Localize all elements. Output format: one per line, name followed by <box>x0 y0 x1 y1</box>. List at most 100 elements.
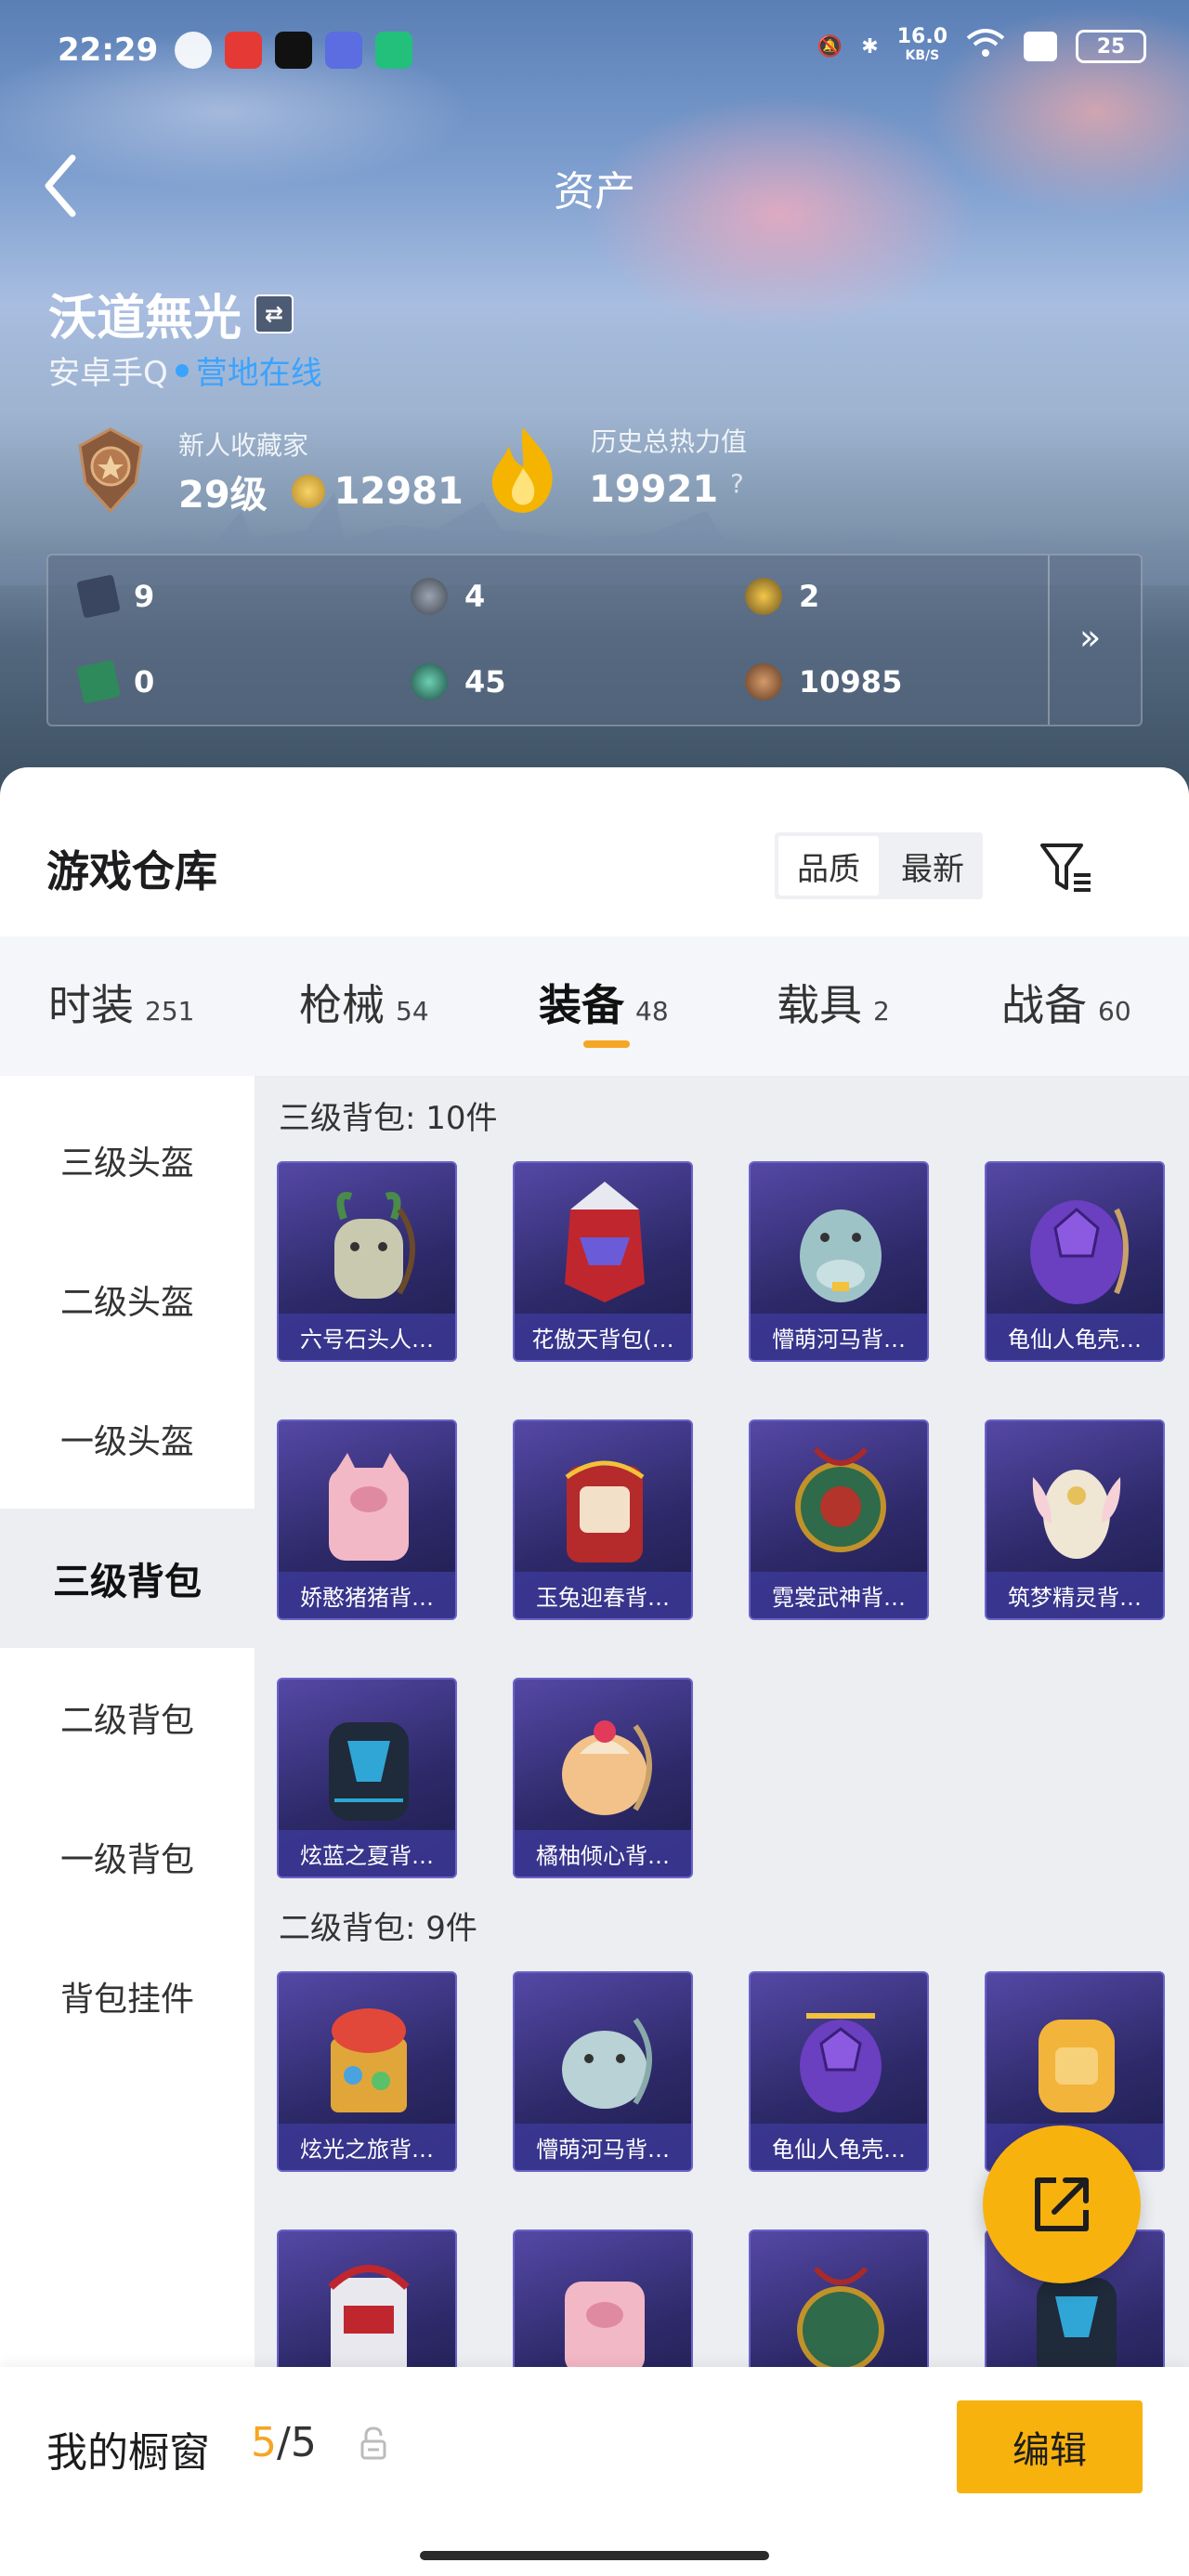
double-chevron-right-icon[interactable]: » <box>1079 617 1101 658</box>
battery-indicator: 25 <box>1076 30 1146 63</box>
tab-supplies[interactable]: 战备 60 <box>1001 972 1131 1033</box>
home-indicator[interactable] <box>420 2551 769 2560</box>
item-card[interactable]: 龟仙人龟壳… <box>749 1971 929 2172</box>
backpack-icon <box>1039 2020 1115 2112</box>
filter-icon[interactable] <box>1037 838 1096 897</box>
online-dot <box>175 363 189 377</box>
teal-orb-icon <box>411 663 448 700</box>
item-name: 懵萌河马背… <box>515 2124 691 2170</box>
showcase-bar: 我的橱窗 5/5 编辑 <box>0 2367 1189 2576</box>
collector-level: 29级 <box>178 474 268 517</box>
item-name: 炫蓝之夏背… <box>279 1830 455 1876</box>
resource-panel: 9 4 2 0 45 10985 » <box>46 554 1143 726</box>
collector-badge-icon <box>78 427 143 514</box>
resource-item[interactable]: 4 <box>411 578 485 615</box>
tab-count: 251 <box>145 996 195 1026</box>
mute-icon: 🔕 <box>817 34 843 59</box>
sidebar-item-backpack-2[interactable]: 二级背包 <box>0 1648 255 1787</box>
card-icon <box>76 574 121 619</box>
resource-item[interactable]: 9 <box>76 574 154 619</box>
section-title: 三级背包: 10件 <box>279 1100 498 1137</box>
section-title: 二级背包: 9件 <box>279 1910 477 1947</box>
tab-count: 54 <box>396 996 429 1026</box>
resource-item[interactable]: 0 <box>76 660 155 704</box>
tab-weapons[interactable]: 枪械 54 <box>299 972 429 1033</box>
sidebar-item-helmet-1[interactable]: 一级头盔 <box>0 1369 255 1509</box>
collector-coins: 12981 <box>333 470 464 513</box>
item-card[interactable]: 六号石头人… <box>277 1161 457 1362</box>
sidebar-item-helmet-2[interactable]: 二级头盔 <box>0 1230 255 1369</box>
backpack-icon <box>334 1192 415 1299</box>
item-card[interactable]: 霓裳武神背… <box>749 1419 929 1620</box>
tab-fashion[interactable]: 时装 251 <box>48 972 194 1033</box>
switch-account-icon[interactable]: ⇄ <box>255 294 294 333</box>
sidebar-item-backpack-1[interactable]: 一级背包 <box>0 1787 255 1927</box>
item-card[interactable]: 懵萌河马背… <box>513 1971 693 2172</box>
sort-quality-option[interactable]: 品质 <box>778 836 879 896</box>
item-card[interactable]: 花傲天背包(… <box>513 1161 693 1362</box>
item-card[interactable]: 玉兔迎春背… <box>513 1419 693 1620</box>
player-name-row: 沃道無光 ⇄ <box>48 279 294 348</box>
category-tabs: 时装 251 枪械 54 装备 48 载具 2 战备 60 <box>0 936 1189 1076</box>
resource-item[interactable]: 10985 <box>745 663 902 700</box>
item-name: 霓裳武神背… <box>751 1572 927 1618</box>
backpack-icon <box>562 2018 652 2109</box>
clock: 22:29 <box>58 32 159 69</box>
collector-label: 新人收藏家 <box>178 430 309 461</box>
showcase-count: 5/5 <box>251 2419 317 2466</box>
item-card[interactable]: 筑梦精灵背… <box>985 1419 1165 1620</box>
item-name: 懵萌河马背… <box>751 1314 927 1360</box>
resource-value: 2 <box>799 579 820 614</box>
resource-item[interactable]: 45 <box>411 663 506 700</box>
item-card[interactable]: 懵萌河马背… <box>749 1161 929 1362</box>
gold-medal-icon <box>745 578 782 615</box>
item-card[interactable]: 龟仙人龟壳… <box>985 1161 1165 1362</box>
item-name: 筑梦精灵背… <box>986 1572 1163 1618</box>
resource-item[interactable]: 2 <box>745 578 819 615</box>
tab-count: 2 <box>873 996 890 1026</box>
subcategory-sidebar: 三级头盔 二级头盔 一级头盔 三级背包 二级背包 一级背包 背包挂件 <box>0 1076 255 2576</box>
sort-latest-option[interactable]: 最新 <box>882 832 983 899</box>
tab-vehicles[interactable]: 载具 2 <box>777 972 890 1033</box>
page-title: 资产 <box>554 168 635 216</box>
sidebar-item-backpack-pendant[interactable]: 背包挂件 <box>0 1927 255 2066</box>
item-card[interactable]: 橘柚倾心背… <box>513 1678 693 1878</box>
external-link-icon <box>1035 2177 1089 2231</box>
resource-value: 0 <box>134 664 155 700</box>
backpack-icon <box>800 2013 882 2112</box>
platform-row: 安卓手Q 营地在线 <box>48 347 322 393</box>
green-card-icon <box>76 660 121 704</box>
backpack-icon <box>565 2282 645 2374</box>
sidebar-item-helmet-3[interactable]: 三级头盔 <box>0 1091 255 1230</box>
player-name: 沃道無光 <box>48 291 242 347</box>
backpack-icon <box>1032 1470 1121 1559</box>
collector-stats: 29级 12981 <box>178 464 464 518</box>
tiktok-icon <box>275 32 312 69</box>
resource-value: 4 <box>464 579 486 614</box>
item-card[interactable]: 炫蓝之夏背… <box>277 1678 457 1878</box>
help-icon[interactable]: ? <box>730 468 744 499</box>
item-name: 龟仙人龟壳… <box>751 2124 927 2170</box>
item-name: 娇憨猪猪背… <box>279 1572 455 1618</box>
tab-count: 48 <box>635 996 669 1026</box>
tab-equipment[interactable]: 装备 48 <box>539 972 669 1033</box>
item-name: 玉兔迎春背… <box>515 1572 691 1618</box>
backpack-icon <box>800 1210 882 1302</box>
showcase-used: 5 <box>251 2419 277 2466</box>
share-button[interactable] <box>983 2125 1141 2283</box>
item-name: 龟仙人龟壳… <box>986 1314 1163 1360</box>
platform-label: 安卓手Q <box>48 355 168 392</box>
panel-divider <box>1048 556 1050 725</box>
tab-label: 枪械 <box>299 980 385 1030</box>
edit-button[interactable]: 编辑 <box>957 2400 1143 2493</box>
item-card[interactable]: 炫光之旅背… <box>277 1971 457 2172</box>
notification-icons <box>175 32 412 69</box>
sidebar-item-backpack-3[interactable]: 三级背包 <box>0 1509 255 1648</box>
speed-value: 16.0 <box>896 25 947 48</box>
item-name: 炫光之旅背… <box>279 2124 455 2170</box>
wechat-icon <box>175 32 212 69</box>
tab-label: 战备 <box>1001 980 1087 1030</box>
item-card[interactable]: 娇憨猪猪背… <box>277 1419 457 1620</box>
bluetooth-icon: ✱ <box>861 34 879 59</box>
backpack-icon <box>331 2008 407 2112</box>
